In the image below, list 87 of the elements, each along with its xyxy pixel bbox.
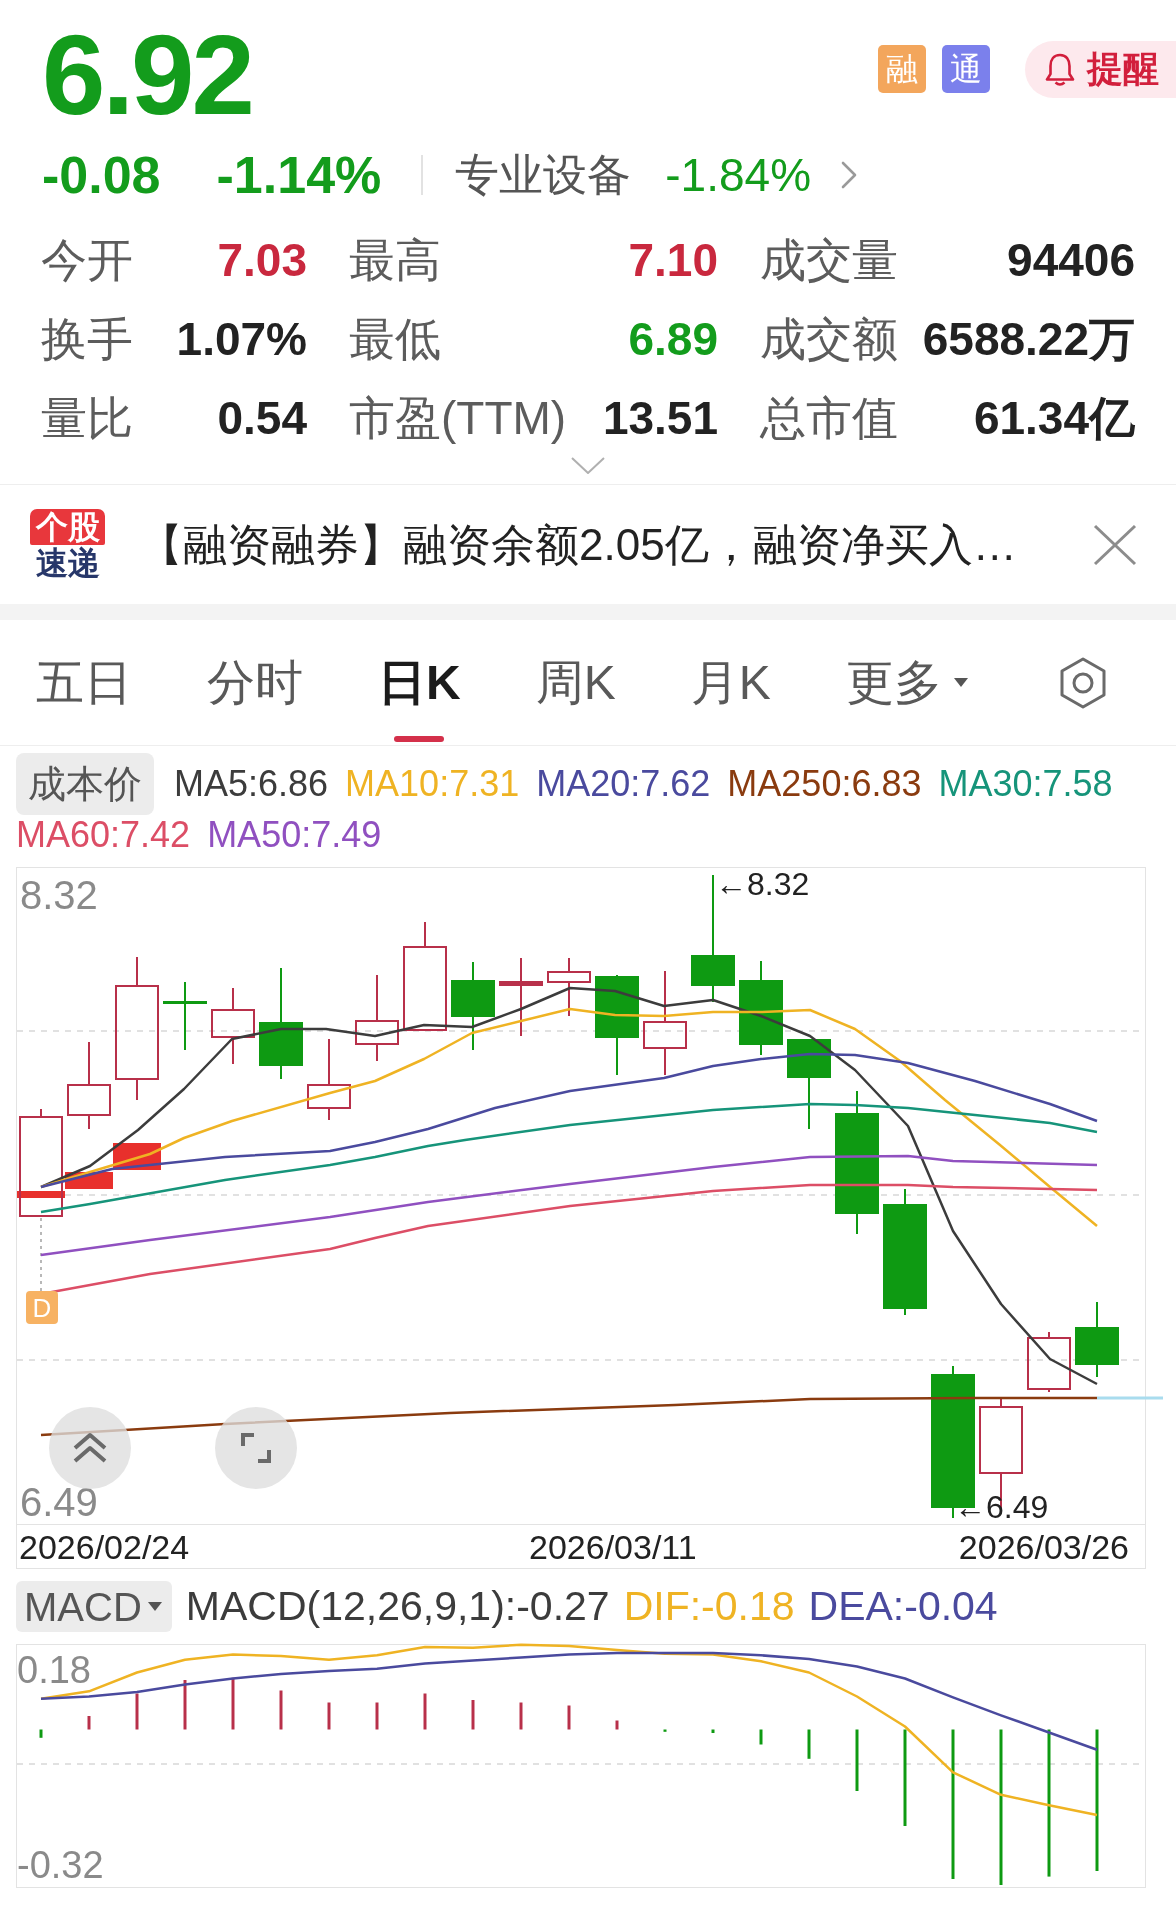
stat-value: 6.89 <box>628 315 718 362</box>
histogram-bar <box>567 1705 571 1730</box>
axis-label: 6.49 <box>20 1482 98 1522</box>
histogram-bar <box>471 1700 475 1730</box>
news-logo-bottom: 速递 <box>34 545 101 580</box>
stat-value: 94406 <box>1007 236 1135 283</box>
caret-icon <box>953 678 968 687</box>
histogram-bar <box>519 1702 523 1730</box>
tab[interactable]: 周K <box>535 620 616 745</box>
date-label: 2026/02/24 <box>19 1530 190 1564</box>
price-change: -0.08 <box>42 149 161 201</box>
histogram-bar <box>87 1716 91 1730</box>
expand-icon <box>241 1433 271 1463</box>
high-price-annotation: ←8.32 <box>715 868 810 900</box>
histogram-bar <box>759 1729 763 1745</box>
histogram-bar <box>423 1693 427 1730</box>
tab[interactable]: 五日 <box>36 620 132 745</box>
axis-label: 0.18 <box>17 1651 91 1689</box>
histogram-bar <box>183 1680 187 1730</box>
tab[interactable]: 日K <box>378 620 461 745</box>
ma-legend-label: MA50:7.49 <box>207 815 382 855</box>
histogram-bar <box>807 1729 811 1759</box>
stat-label: 总市值 <box>760 394 898 441</box>
histogram-bar <box>135 1693 139 1730</box>
ma-legend-label: MA20:7.62 <box>536 764 711 804</box>
histogram-bar <box>855 1729 859 1791</box>
stat-value: 1.07% <box>176 315 307 362</box>
chevron-right-icon[interactable] <box>841 161 858 189</box>
stat-label: 换手 <box>41 315 133 362</box>
stat-value: 0.54 <box>217 394 307 441</box>
histogram-bar <box>327 1702 331 1730</box>
stat-value: 13.51 <box>602 394 718 441</box>
stat-label: 成交额 <box>760 315 898 362</box>
news-logo-top: 个股 <box>30 509 105 545</box>
macd-legend-label: DIF:-0.18 <box>623 1586 795 1627</box>
price-line <box>1097 1396 1163 1400</box>
ma-legend-label: MA30:7.58 <box>938 764 1113 804</box>
indicator-selector[interactable]: MACD <box>16 1581 172 1632</box>
ma-legend-label: MA60:7.42 <box>16 815 191 855</box>
sector-link[interactable]: 专业设备 <box>455 153 632 197</box>
histogram-bar <box>279 1690 283 1730</box>
stat-value: 7.03 <box>217 236 307 283</box>
stat-value: 6588.22万 <box>922 315 1135 362</box>
stat-value: 61.34亿 <box>973 394 1135 441</box>
histogram-bar <box>39 1729 43 1738</box>
news-headline[interactable]: 【融资融券】融资余额2.05亿，融资净买入… <box>139 522 1017 567</box>
stat-label: 成交量 <box>760 236 898 283</box>
tab[interactable]: 更多 <box>845 620 968 745</box>
candle <box>163 981 207 1051</box>
ma-legend-label: MA250:6.83 <box>727 764 922 804</box>
alert-button[interactable]: 提醒 <box>1025 40 1176 98</box>
histogram-bar <box>615 1720 619 1730</box>
date-label: 2026/03/26 <box>958 1530 1129 1564</box>
current-price: 6.92 <box>42 20 252 130</box>
axis-label: -0.32 <box>17 1846 104 1884</box>
tab[interactable]: 月K <box>690 620 771 745</box>
tag-badge: 融 <box>878 45 926 93</box>
histogram-bar <box>231 1677 235 1730</box>
bell-icon <box>1045 52 1075 86</box>
signal-badge: D <box>26 1291 58 1324</box>
ma-legend-label: MA10:7.31 <box>345 764 520 804</box>
low-price-annotation: ←6.49 <box>954 1491 1049 1523</box>
stat-value: 7.10 <box>628 236 718 283</box>
stat-label: 今开 <box>41 236 133 283</box>
tag-badge: 通 <box>942 45 990 93</box>
candle <box>547 957 591 1017</box>
stat-label: 量比 <box>41 394 133 441</box>
macd-legend-label: DEA:-0.04 <box>808 1586 998 1627</box>
histogram-bar <box>375 1702 379 1730</box>
close-icon[interactable] <box>1093 523 1137 566</box>
sector-change: -1.84% <box>665 152 812 198</box>
highlight-block <box>17 1191 65 1198</box>
change-percent: -1.14% <box>216 149 382 201</box>
caret-icon <box>147 1602 162 1611</box>
date-label: 2026/03/11 <box>529 1530 697 1564</box>
ma-legend-label: MA5:6.86 <box>174 764 329 804</box>
axis-label: 8.32 <box>20 875 98 915</box>
stat-label: 最低 <box>349 315 441 362</box>
double-chevron-up-icon <box>72 1432 108 1464</box>
macd-legend-label: MACD(12,26,9,1):-0.27 <box>185 1586 610 1627</box>
cost-price-button[interactable]: 成本价 <box>16 753 154 815</box>
stat-label: 最高 <box>349 236 441 283</box>
histogram-bar <box>663 1729 667 1732</box>
histogram-bar <box>711 1729 715 1733</box>
settings-icon[interactable] <box>1059 656 1107 709</box>
tab[interactable]: 分时 <box>207 620 303 745</box>
candle <box>1027 1331 1071 1393</box>
